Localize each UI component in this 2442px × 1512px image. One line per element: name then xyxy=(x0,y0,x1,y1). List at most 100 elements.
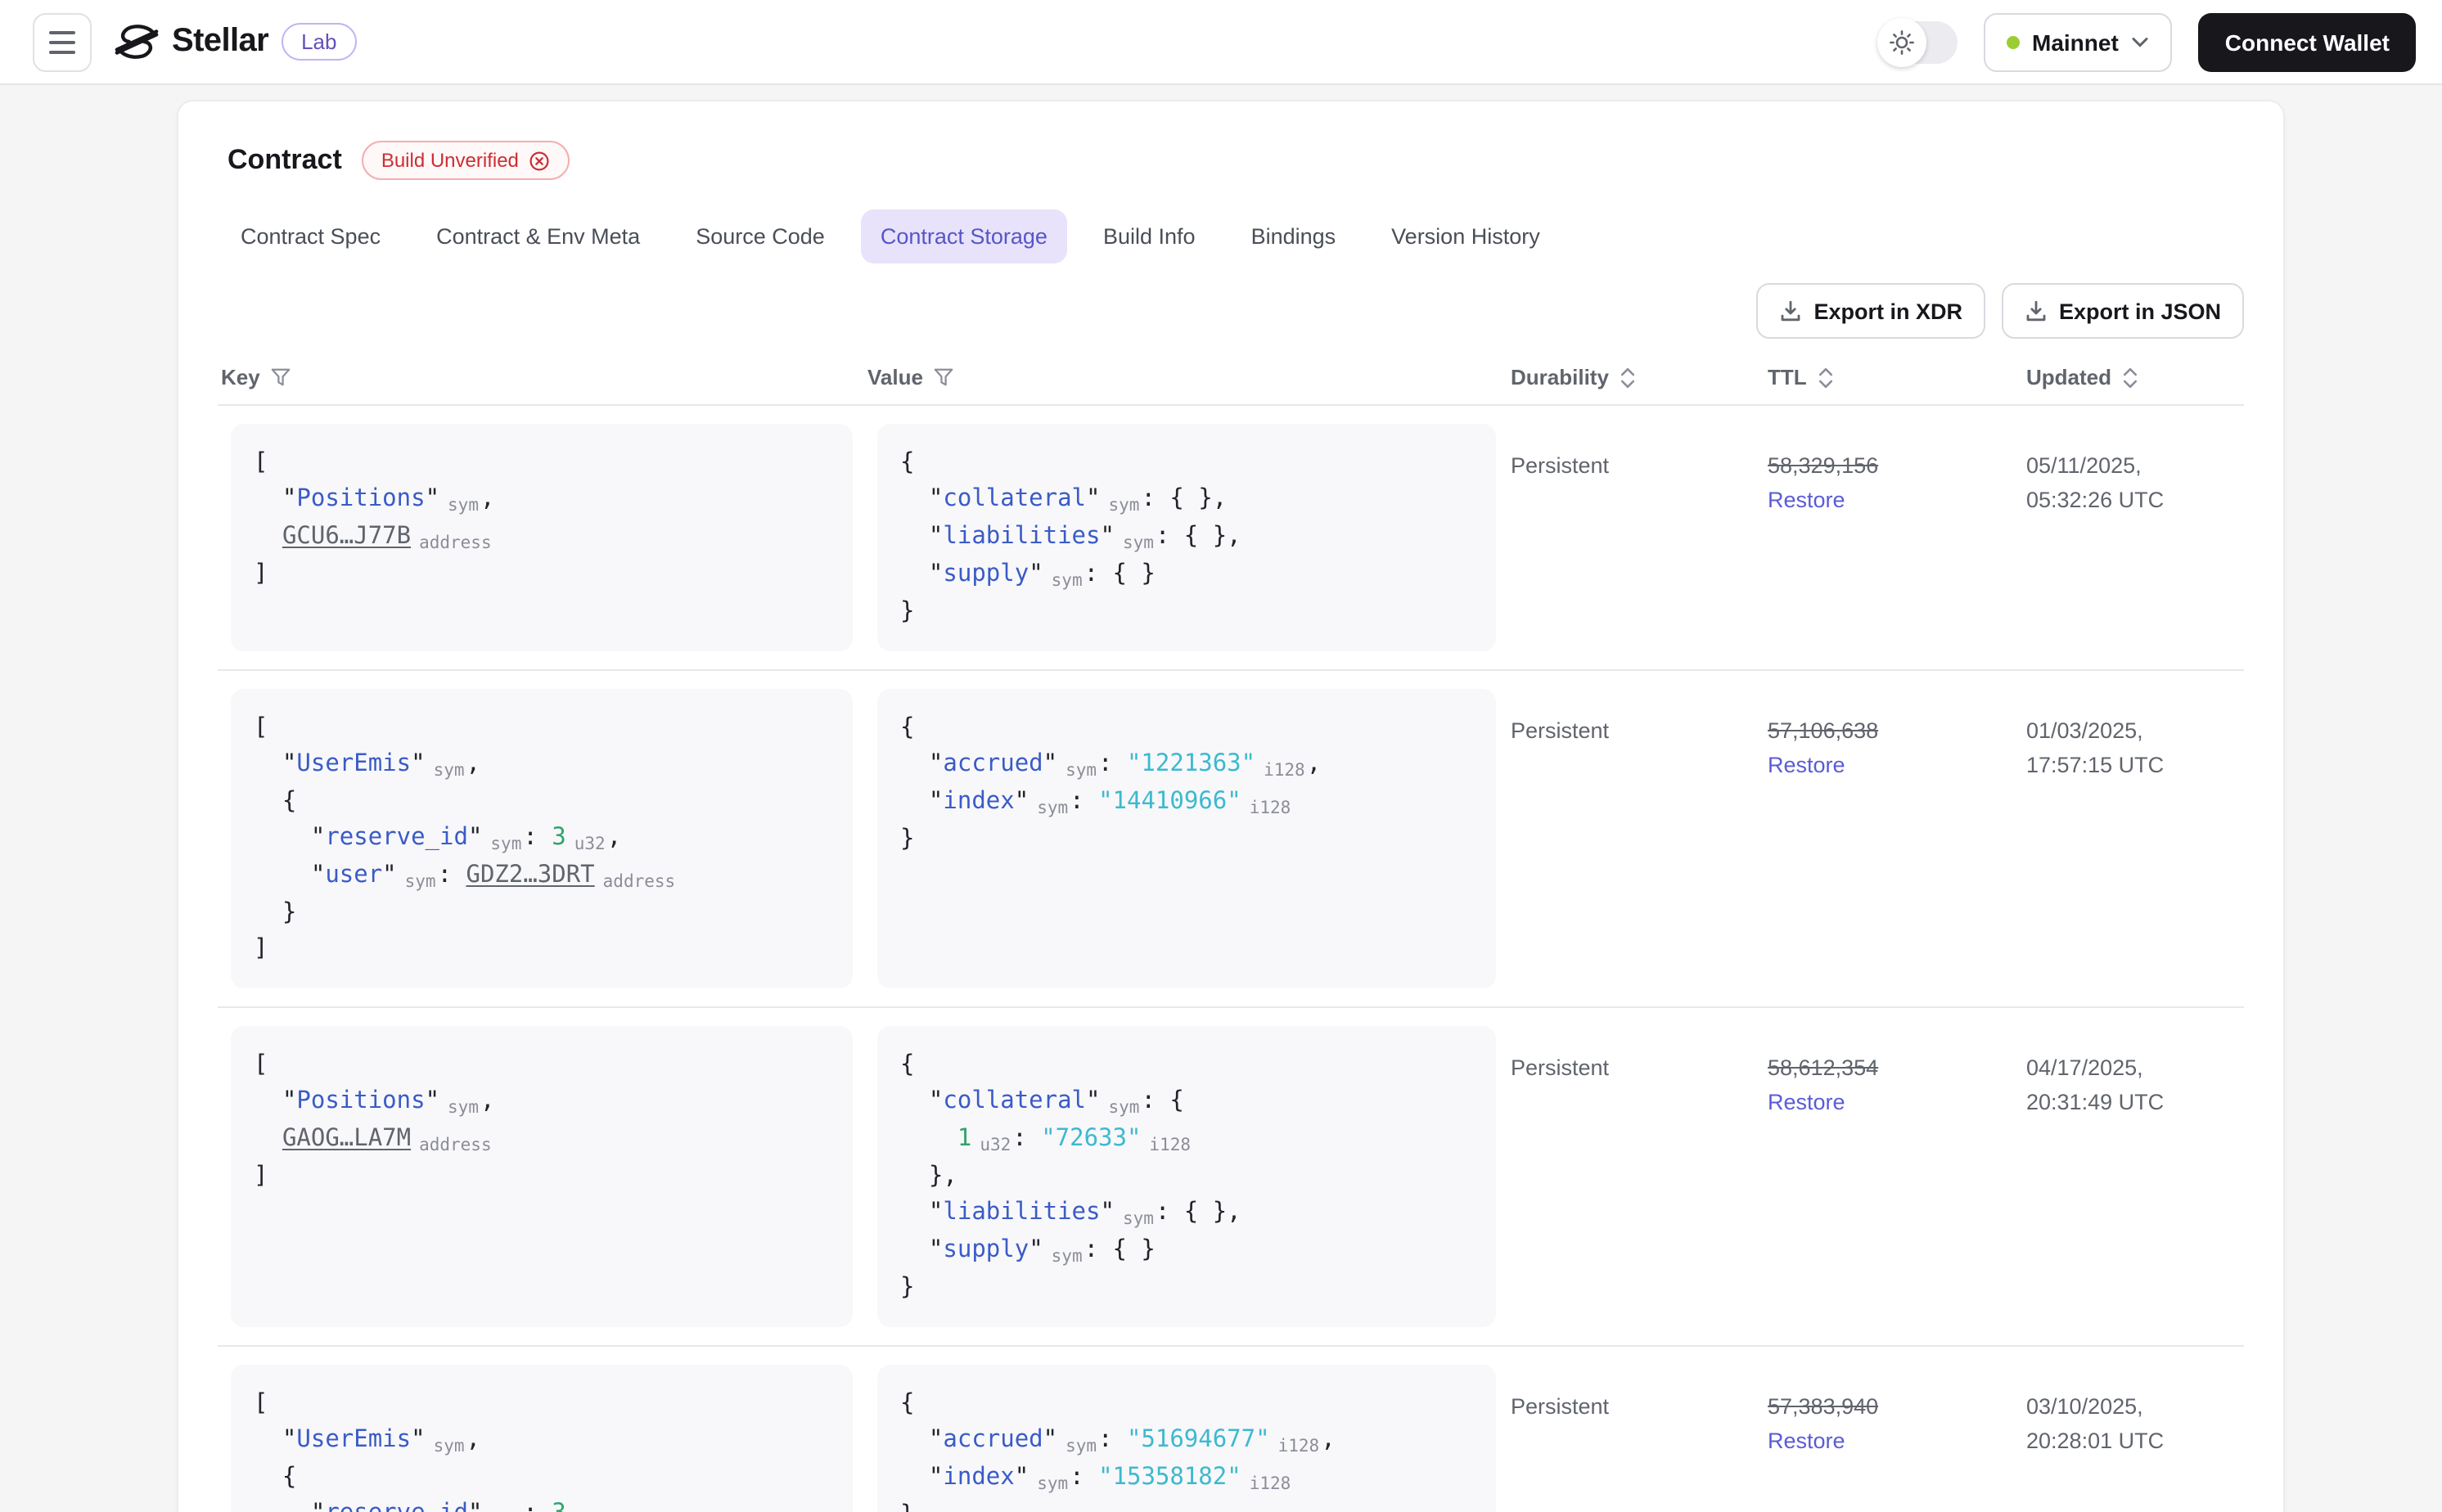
code-token: " xyxy=(425,486,440,512)
code-token: UserEmis xyxy=(296,751,412,777)
export-in-xdr-button[interactable]: Export in XDR xyxy=(1756,283,1985,339)
code-token: " xyxy=(900,751,944,777)
menu-button[interactable] xyxy=(33,12,92,71)
theme-toggle-knob[interactable] xyxy=(1877,17,1926,66)
stellar-logo-icon xyxy=(115,20,159,64)
code-token: , xyxy=(480,486,495,512)
tab-version-history[interactable]: Version History xyxy=(1372,209,1560,263)
code-token: sym xyxy=(1051,571,1083,591)
column-header-key: Key xyxy=(218,365,864,389)
code-token: { xyxy=(900,715,915,741)
code-token: Positions xyxy=(296,486,426,512)
code-token: index xyxy=(943,789,1015,815)
filter-icon[interactable] xyxy=(933,367,954,388)
download-icon xyxy=(1779,299,1802,322)
restore-link[interactable]: Restore xyxy=(1768,1424,2013,1458)
code-token: " xyxy=(254,486,297,512)
code-token: sym xyxy=(1066,761,1097,781)
code-token: " xyxy=(382,862,397,889)
updated-line: 03/10/2025, xyxy=(2026,1394,2143,1419)
updated-line: 04/17/2025, xyxy=(2026,1055,2143,1080)
brand: Stellar Lab xyxy=(115,20,357,64)
address-link[interactable]: GAOG…LA7M xyxy=(282,1126,411,1152)
key-cell: [ "UserEmis"sym, { "reserve_id"sym: 3u32… xyxy=(218,671,864,1006)
code-token: [ xyxy=(254,1391,268,1417)
sort-icon[interactable] xyxy=(2121,366,2139,389)
updated-cell: 05/11/2025, 05:32:26 UTC xyxy=(2023,406,2244,669)
tab-build-info[interactable]: Build Info xyxy=(1084,209,1215,263)
value-code-block: { "accrued" sym: "1221363" i128, "index" sy… xyxy=(877,689,1496,988)
code-token: " xyxy=(900,1427,944,1453)
code-token: " xyxy=(900,1088,944,1114)
column-label: Value xyxy=(867,365,923,389)
code-token: }, xyxy=(900,1163,957,1190)
code-token: : xyxy=(1098,1427,1127,1453)
tab-contract-spec[interactable]: Contract Spec xyxy=(221,209,400,263)
code-token: liabilities xyxy=(943,524,1101,550)
filter-icon[interactable] xyxy=(270,367,291,388)
code-token: ] xyxy=(254,561,268,587)
code-token: " xyxy=(1100,1199,1115,1226)
code-token: accrued xyxy=(943,751,1043,777)
updated-cell: 01/03/2025, 17:57:15 UTC xyxy=(2023,671,2244,1006)
ttl-cell: 58,612,354 Restore xyxy=(1764,1008,2023,1345)
sort-icon[interactable] xyxy=(1817,366,1835,389)
table-row: [ "Positions" sym, GAOG…LA7M address]{ "co… xyxy=(218,1008,2244,1347)
restore-link[interactable]: Restore xyxy=(1768,483,2013,517)
ttl-value: 57,383,940 xyxy=(1768,1394,1879,1419)
network-select[interactable]: Mainnet xyxy=(1983,12,2173,71)
code-token: "1221363" xyxy=(1126,751,1256,777)
export-in-json-button[interactable]: Export in JSON xyxy=(2001,283,2244,339)
top-header: Stellar Lab Mainnet Connect Wallet xyxy=(0,0,2442,85)
code-token: { xyxy=(900,450,915,476)
code-token: : { }, xyxy=(1155,524,1241,550)
code-token: , xyxy=(466,1427,480,1453)
address-link[interactable]: GDZ2…3DRT xyxy=(466,862,595,889)
code-token: , xyxy=(466,751,480,777)
restore-link[interactable]: Restore xyxy=(1768,748,2013,782)
code-token: i128 xyxy=(1249,799,1291,818)
code-token: " xyxy=(1043,1427,1058,1453)
ttl-value: 58,612,354 xyxy=(1768,1055,1879,1080)
code-token: { xyxy=(254,789,297,815)
code-token: : { }, xyxy=(1155,1199,1241,1226)
code-token: " xyxy=(1014,789,1030,815)
tab-contract-storage[interactable]: Contract Storage xyxy=(860,209,1067,263)
sort-icon[interactable] xyxy=(1619,366,1637,389)
code-token: liabilities xyxy=(943,1199,1101,1226)
code-token: sym xyxy=(1066,1437,1097,1456)
code-token: " xyxy=(467,825,483,851)
key-code-block: [ "Positions" sym, GAOG…LA7M address] xyxy=(231,1026,853,1327)
code-token: ] xyxy=(254,936,268,962)
tab-bindings[interactable]: Bindings xyxy=(1232,209,1356,263)
code-token: : xyxy=(523,1501,552,1512)
connect-wallet-button[interactable]: Connect Wallet xyxy=(2198,12,2416,71)
column-label: TTL xyxy=(1768,365,1807,389)
code-token: [ xyxy=(254,715,268,741)
tab-contract-env-meta[interactable]: Contract & Env Meta xyxy=(417,209,660,263)
download-icon xyxy=(2025,299,2048,322)
code-token: [ xyxy=(254,450,268,476)
code-token: sym xyxy=(433,761,465,781)
code-token: : { xyxy=(1141,1088,1184,1114)
table-row: [ "UserEmis"sym, { "reserve_id"sym: 3u32… xyxy=(218,1347,2244,1512)
ttl-cell: 58,329,156 Restore xyxy=(1764,406,2023,669)
code-token: u32 xyxy=(980,1136,1011,1155)
value-code-block: { "accrued" sym: "51694677" i128, "index" s… xyxy=(877,1365,1496,1512)
code-token: 3 xyxy=(552,825,566,851)
code-token: Positions xyxy=(296,1088,426,1114)
code-token: index xyxy=(943,1465,1015,1491)
ttl-cell: 57,106,638 Restore xyxy=(1764,671,2023,1006)
value-cell: { "collateral" sym: { 1 u32: "72633" i128 }… xyxy=(864,1008,1507,1345)
code-token: , xyxy=(1321,1427,1336,1453)
code-token: "15358182" xyxy=(1098,1465,1241,1491)
build-unverified-badge: Build Unverified xyxy=(361,141,570,180)
durability-cell: Persistent xyxy=(1511,1394,1610,1419)
durability-cell: Persistent xyxy=(1511,1055,1610,1080)
column-header-ttl: TTL xyxy=(1764,365,2023,389)
theme-toggle[interactable] xyxy=(1877,17,1957,66)
tab-source-code[interactable]: Source Code xyxy=(676,209,845,263)
restore-link[interactable]: Restore xyxy=(1768,1085,2013,1119)
address-link[interactable]: GCU6…J77B xyxy=(282,524,411,550)
